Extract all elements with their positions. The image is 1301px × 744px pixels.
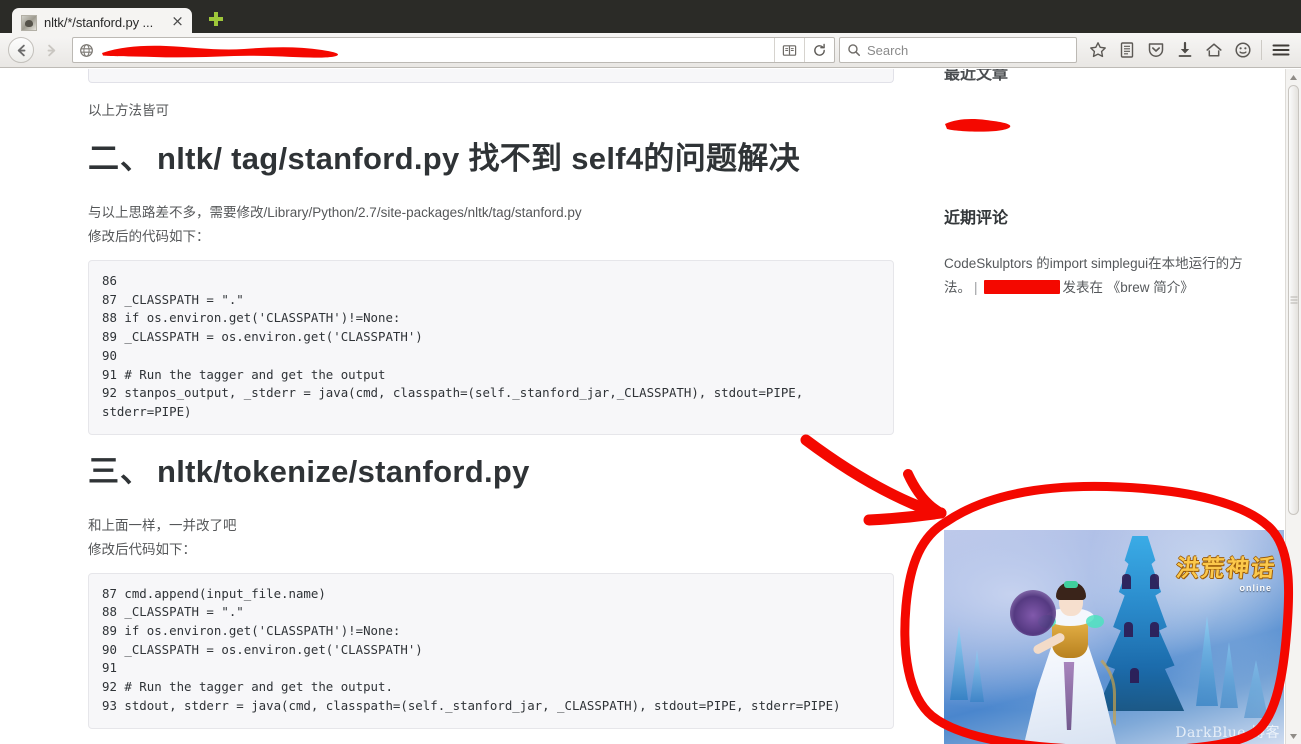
sidebar-link-redaction-mark: [944, 115, 1244, 137]
sidebar-comments-title: 近期评论: [944, 204, 1244, 228]
section-2-paragraph-1: 与以上思路差不多，需要修改/Library/Python/2.7/site-pa…: [88, 202, 894, 224]
web-page: 以上方法皆可 二、nltk/ tag/stanford.py 找不到 self4…: [0, 69, 1285, 744]
toolbar-divider: [1261, 40, 1262, 60]
new-tab-button[interactable]: [206, 9, 226, 29]
back-button[interactable]: [6, 36, 36, 64]
url-redaction-mark: [100, 42, 330, 59]
section-3-number: 三、: [88, 454, 152, 489]
ad-watermark: DarkBlue 博客: [1175, 722, 1280, 742]
plus-icon: [206, 9, 226, 29]
scrollbar-thumb[interactable]: [1288, 85, 1299, 515]
page-viewport: 以上方法皆可 二、nltk/ tag/stanford.py 找不到 self4…: [0, 69, 1301, 744]
back-arrow-icon: [14, 43, 29, 58]
tab-title: nltk/*/stanford.py ...: [44, 15, 169, 30]
ad-character-illustration: [1012, 568, 1128, 744]
sidebar-widget-title-clipped: 最近文章: [944, 69, 1244, 85]
search-input[interactable]: [867, 43, 1076, 58]
hamburger-menu-icon[interactable]: [1266, 36, 1295, 65]
vertical-scrollbar[interactable]: [1285, 69, 1301, 744]
downloads-icon[interactable]: [1170, 36, 1199, 65]
scrollbar-grip: [1290, 300, 1297, 301]
sidebar: 最近文章 近期评论 CodeSkulptors 的import simplegu…: [944, 69, 1244, 300]
article-column: 以上方法皆可 二、nltk/ tag/stanford.py 找不到 self4…: [88, 69, 894, 744]
url-bar[interactable]: [72, 37, 835, 63]
reload-button[interactable]: [804, 38, 834, 62]
forward-arrow-icon: [44, 43, 59, 58]
library-icon[interactable]: [1112, 36, 1141, 65]
comment-post-title[interactable]: 《brew 简介》: [1107, 280, 1194, 295]
closing-text: Enjoy Yourself!: [88, 739, 894, 744]
section-2-paragraph-2: 修改后的代码如下：: [88, 226, 894, 248]
navigation-toolbar: [0, 33, 1301, 68]
section-3-paragraph-1: 和上面一样，一并改了吧: [88, 515, 894, 537]
globe-icon: [73, 43, 99, 58]
reader-mode-icon[interactable]: [774, 38, 804, 62]
section-2-number: 二、: [88, 141, 152, 176]
browser-tab[interactable]: nltk/*/stanford.py ... ×: [12, 8, 192, 37]
scroll-down-arrow[interactable]: [1286, 728, 1301, 744]
smiley-feedback-icon[interactable]: [1228, 36, 1257, 65]
code-block-section-3: 87 cmd.append(input_file.name) 88 _CLASS…: [88, 573, 894, 729]
pocket-icon[interactable]: [1141, 36, 1170, 65]
comment-separator: |: [971, 280, 981, 295]
browser-window: nltk/*/stanford.py ... ×: [0, 0, 1301, 744]
ad-logo-subtext: online: [1176, 584, 1272, 593]
section-3-paragraph-2: 修改后代码如下：: [88, 539, 894, 561]
home-icon[interactable]: [1199, 36, 1228, 65]
comment-author-redaction-mark: [984, 280, 1060, 294]
section-2-heading: 二、nltk/ tag/stanford.py 找不到 self4的问题解决: [88, 138, 894, 180]
sidebar-comment-item[interactable]: CodeSkulptors 的import simplegui在本地运行的方法。…: [944, 252, 1244, 300]
forward-button[interactable]: [36, 36, 66, 64]
search-bar[interactable]: [839, 37, 1077, 63]
comment-posted-in-label: 发表在: [1063, 280, 1104, 295]
code-block-section-2: 86 87 _CLASSPATH = "." 88 if os.environ.…: [88, 260, 894, 435]
search-icon: [847, 43, 861, 57]
scroll-up-arrow[interactable]: [1286, 69, 1301, 85]
section-3-heading: 三、nltk/tokenize/stanford.py: [88, 451, 894, 493]
ad-logo-text: 洪荒神话: [1175, 558, 1277, 581]
close-icon[interactable]: ×: [169, 14, 186, 31]
intro-note: 以上方法皆可: [88, 100, 894, 122]
page-favicon: [21, 15, 37, 31]
section-2-title: nltk/ tag/stanford.py 找不到 self4的问题解决: [157, 141, 800, 176]
tab-strip: nltk/*/stanford.py ... ×: [0, 0, 1301, 33]
code-block-clipped: [88, 69, 894, 83]
ad-artwork: 洪荒神话 online DarkBlue 博客: [944, 530, 1284, 744]
advertisement-banner[interactable]: 洪荒神话 online DarkBlue 博客: [944, 530, 1284, 744]
ad-logo: 洪荒神话 online: [1176, 558, 1276, 593]
bookmark-star-icon[interactable]: [1083, 36, 1112, 65]
section-3-title: nltk/tokenize/stanford.py: [157, 454, 530, 489]
